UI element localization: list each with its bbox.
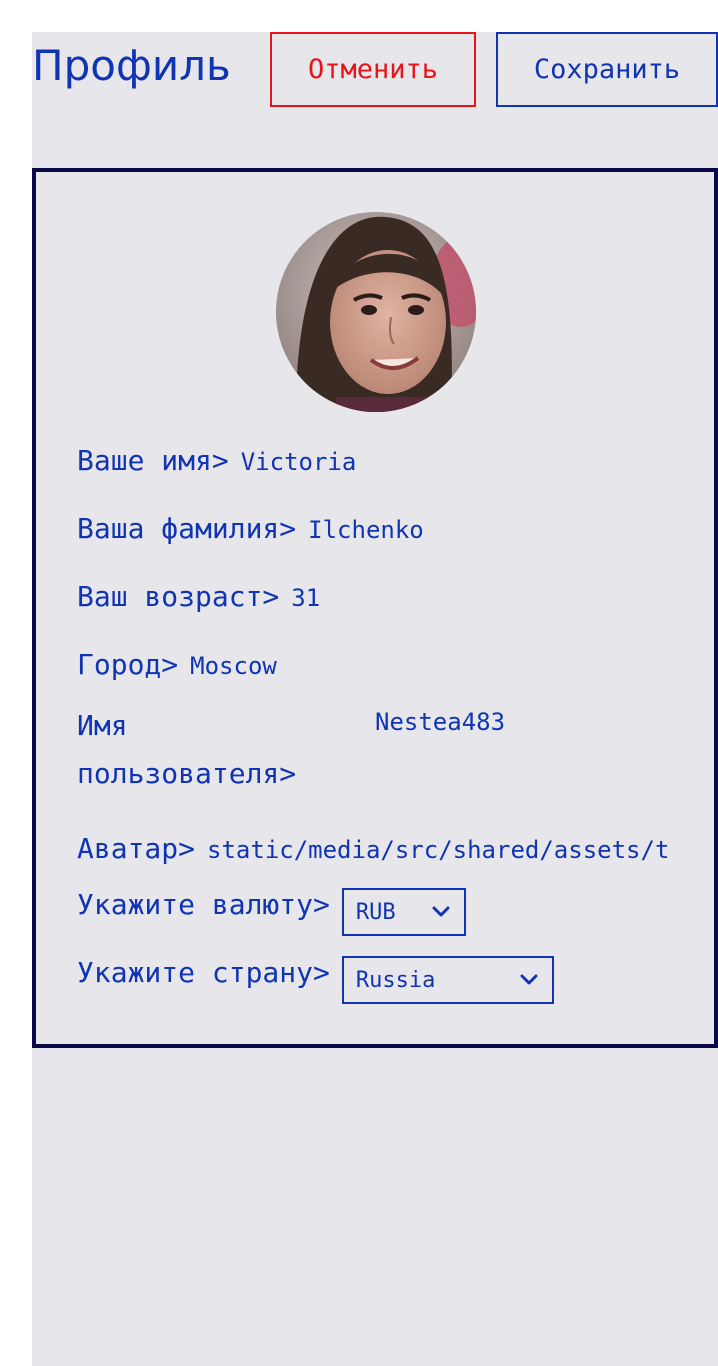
age-label: Ваш возраст> (77, 580, 280, 613)
page-title: Профиль (32, 41, 231, 90)
cancel-button[interactable]: Отменить (270, 32, 476, 107)
field-username: Имя пользователя> Nestea483 (77, 702, 505, 798)
avatar (276, 212, 476, 412)
chevron-down-icon (432, 906, 450, 917)
username-value[interactable]: Nestea483 (375, 708, 505, 736)
currency-select[interactable]: RUB (341, 888, 466, 936)
currency-selected: RUB (355, 899, 396, 925)
city-label: Город> (77, 648, 179, 681)
save-button[interactable]: Сохранить (496, 32, 718, 107)
first-name-value[interactable]: Victoria (241, 448, 357, 476)
currency-label: Укажите валюту> (77, 888, 330, 921)
profile-card: Ваше имя> Victoria Ваша фамилия> Ilchenk… (32, 168, 718, 1048)
country-select[interactable]: Russia (341, 956, 554, 1004)
country-selected: Russia (355, 967, 436, 993)
user-avatar-photo-icon (276, 212, 476, 412)
last-name-value[interactable]: Ilchenko (308, 516, 424, 544)
field-first-name: Ваше имя> Victoria (77, 444, 356, 477)
field-last-name: Ваша фамилия> Ilchenko (77, 512, 424, 545)
field-country: Укажите страну> Russia (77, 956, 554, 1004)
field-avatar: Аватар> static/media/src/shared/assets/t (77, 832, 669, 865)
age-value[interactable]: 31 (291, 584, 320, 612)
username-label: Имя пользователя> (77, 709, 297, 790)
chevron-down-icon (520, 974, 538, 985)
last-name-label: Ваша фамилия> (77, 512, 297, 545)
country-label: Укажите страну> (77, 956, 330, 989)
field-city: Город> Moscow (77, 648, 277, 681)
field-age: Ваш возраст> 31 (77, 580, 320, 613)
field-currency: Укажите валюту> RUB (77, 888, 466, 936)
city-value[interactable]: Moscow (190, 652, 277, 680)
avatar-value[interactable]: static/media/src/shared/assets/t (207, 836, 669, 864)
avatar-label: Аватар> (77, 832, 196, 865)
first-name-label: Ваше имя> (77, 444, 229, 477)
profile-page: Профиль Отменить Сохранить Ваше имя> Vic… (32, 32, 718, 1366)
